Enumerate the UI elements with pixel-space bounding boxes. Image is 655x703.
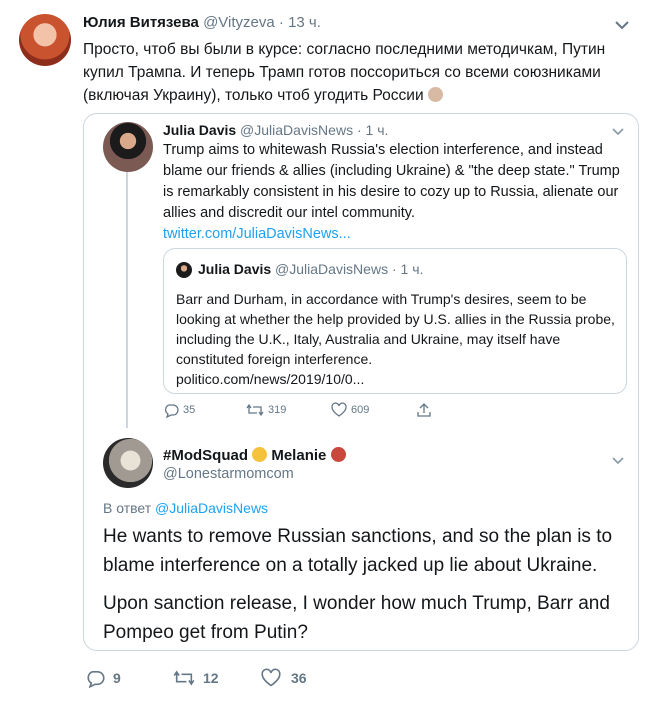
reply-chevron-down-icon[interactable] — [609, 451, 627, 469]
reply-author-avatar[interactable] — [103, 438, 153, 488]
like-button[interactable]: 36 — [261, 668, 307, 688]
author-handle[interactable]: @Vityzeva — [203, 14, 275, 31]
tweet-text: Просто, чтоб вы были в курсе: согласно п… — [83, 38, 638, 107]
quoted-link[interactable]: twitter.com/JuliaDavisNews... — [163, 226, 351, 242]
quoted-reply-count: 35 — [183, 404, 196, 416]
quoted-header: Julia Davis @JuliaDavisNews · 1 ч. — [163, 122, 388, 138]
quoted-author-avatar[interactable] — [103, 122, 153, 172]
quoted-time[interactable]: · 1 ч. — [357, 122, 388, 138]
quoted-reply-button[interactable]: 35 — [163, 402, 195, 418]
replying-to: В ответ @JuliaDavisNews — [103, 500, 268, 516]
inner-header: Julia Davis @JuliaDavisNews · 1 ч. — [198, 261, 423, 277]
quoted-like-button[interactable]: 609 — [331, 402, 369, 418]
reply-icon — [163, 402, 179, 418]
reply-name-part1: #ModSquad — [163, 447, 248, 464]
sunglasses-emoji-icon — [252, 447, 268, 462]
tweet-body: Просто, чтоб вы были в курсе: согласно п… — [83, 41, 606, 104]
quoted-author-handle[interactable]: @JuliaDavisNews — [240, 122, 353, 138]
author-header: Юлия Витязева @Vityzeva · 13 ч. — [83, 14, 321, 31]
reply-to-link[interactable]: @JuliaDavisNews — [155, 500, 268, 516]
reply-button[interactable]: 9 — [85, 668, 121, 688]
person-facepalming-emoji-icon — [427, 87, 443, 102]
inner-link: politico.com/news/2019/10/0... — [176, 371, 365, 387]
inner-time: · 1 ч. — [391, 261, 424, 277]
quoted-like-count: 609 — [351, 404, 370, 416]
author-name[interactable]: Юлия Витязева — [83, 14, 199, 31]
quoted-text: Trump aims to whitewash Russia's electio… — [163, 140, 633, 245]
quoted-chevron-down-icon[interactable] — [609, 122, 627, 140]
inner-text: Barr and Durham, in accordance with Trum… — [176, 289, 616, 389]
reply-author-name[interactable]: #ModSquad Melanie — [163, 447, 346, 464]
like-count: 36 — [291, 670, 307, 686]
inner-body: Barr and Durham, in accordance with Trum… — [176, 291, 615, 367]
inner-author-name: Julia Davis — [198, 261, 272, 277]
quoted-retweet-count: 319 — [268, 404, 287, 416]
reply-author-handle[interactable]: @Lonestarmomcom — [163, 466, 294, 482]
separator: · — [278, 14, 284, 31]
reply-icon — [85, 668, 105, 688]
share-icon — [416, 402, 432, 418]
inner-author-avatar — [176, 262, 192, 278]
chevron-down-icon[interactable] — [611, 14, 633, 36]
reply-text-paragraph-1: He wants to remove Russian sanctions, an… — [103, 526, 613, 576]
quoted-body: Trump aims to whitewash Russia's electio… — [163, 142, 620, 221]
retweet-icon — [173, 668, 195, 688]
heart-icon — [261, 668, 281, 688]
retweet-count: 12 — [203, 670, 219, 686]
tweet-time[interactable]: 13 ч. — [288, 14, 321, 31]
reply-text-paragraph-2: Upon sanction release, I wonder how much… — [103, 593, 610, 643]
retweet-icon — [246, 402, 264, 418]
thread-line — [126, 172, 128, 428]
inner-author-handle: @JuliaDavisNews — [275, 261, 389, 277]
author-avatar[interactable] — [19, 14, 71, 66]
reply-count: 9 — [113, 670, 121, 686]
quoted-retweet-button[interactable]: 319 — [246, 402, 286, 418]
reply-name-part2: Melanie — [271, 447, 327, 464]
drum-emoji-icon — [330, 447, 346, 462]
reply-prefix: В ответ — [103, 500, 152, 516]
retweet-button[interactable]: 12 — [173, 668, 219, 688]
heart-icon — [331, 402, 347, 418]
quoted-author-name[interactable]: Julia Davis — [163, 122, 236, 138]
tweet[interactable]: Юлия Витязева @Vityzeva · 13 ч. Просто, … — [0, 0, 655, 703]
quoted-share-button[interactable] — [416, 402, 432, 418]
